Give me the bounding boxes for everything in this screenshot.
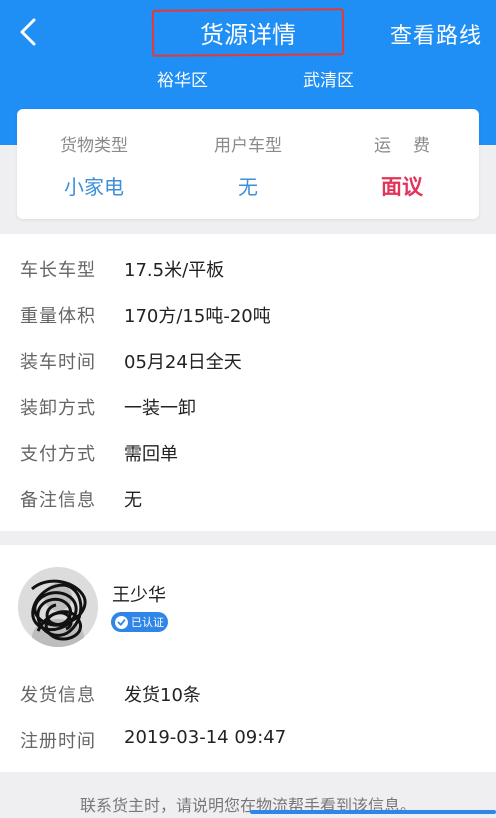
cargo-type-label: 货物类型 <box>60 136 128 156</box>
detail-row: 重量体积 170方/15吨-20吨 <box>20 302 271 332</box>
shipper-info-label: 发货信息 <box>20 685 96 706</box>
detail-label: 装车时间 <box>20 352 96 373</box>
detail-label: 备注信息 <box>20 490 96 511</box>
shipper-section: 王少华 已认证 发货信息 发货10条 注册时间 2019-03-14 09:47 <box>0 545 496 772</box>
home-indicator <box>250 810 496 814</box>
detail-value: 一装一卸 <box>124 398 196 419</box>
destination-label: 武清区 <box>303 71 354 91</box>
detail-value: 17.5米/平板 <box>124 260 225 281</box>
detail-label: 装卸方式 <box>20 398 96 419</box>
avatar[interactable] <box>18 567 98 647</box>
view-route-button[interactable]: 查看路线 <box>390 18 482 50</box>
register-time-label: 注册时间 <box>20 731 96 752</box>
shipper-info-row: 发货信息 发货10条 <box>20 681 201 707</box>
back-arrow-icon[interactable] <box>14 16 44 48</box>
detail-row: 装车时间 05月24日全天 <box>20 348 242 378</box>
register-time-row: 注册时间 2019-03-14 09:47 <box>20 727 286 753</box>
cargo-details-section: 车长车型 17.5米/平板 重量体积 170方/15吨-20吨 装车时间 05月… <box>0 234 496 531</box>
detail-label: 重量体积 <box>20 306 96 327</box>
detail-row: 车长车型 17.5米/平板 <box>20 256 224 286</box>
cargo-type-value: 小家电 <box>64 175 124 199</box>
detail-value: 05月24日全天 <box>124 352 242 373</box>
page-title: 货源详情 <box>200 21 296 49</box>
check-icon <box>115 615 128 629</box>
shipper-info-value: 发货10条 <box>124 685 201 706</box>
freight-label: 运费 <box>374 136 452 156</box>
detail-label: 车长车型 <box>20 260 96 281</box>
vehicle-type-label: 用户车型 <box>214 136 282 156</box>
verified-badge: 已认证 <box>111 612 168 632</box>
origin-label: 裕华区 <box>157 71 208 91</box>
detail-label: 支付方式 <box>20 444 96 465</box>
detail-value: 需回单 <box>124 444 178 465</box>
detail-value: 170方/15吨-20吨 <box>124 306 271 327</box>
detail-row: 装卸方式 一装一卸 <box>20 394 196 424</box>
verified-badge-label: 已认证 <box>131 616 164 629</box>
cargo-summary-card: 货物类型 小家电 用户车型 无 运费 面议 <box>17 109 479 219</box>
vehicle-type-value: 无 <box>238 175 258 199</box>
register-time-value: 2019-03-14 09:47 <box>124 727 287 748</box>
freight-value: 面议 <box>381 175 423 199</box>
detail-value: 无 <box>124 490 142 511</box>
shipper-name: 王少华 <box>112 585 166 606</box>
detail-row: 备注信息 无 <box>20 486 142 516</box>
detail-row: 支付方式 需回单 <box>20 440 178 470</box>
